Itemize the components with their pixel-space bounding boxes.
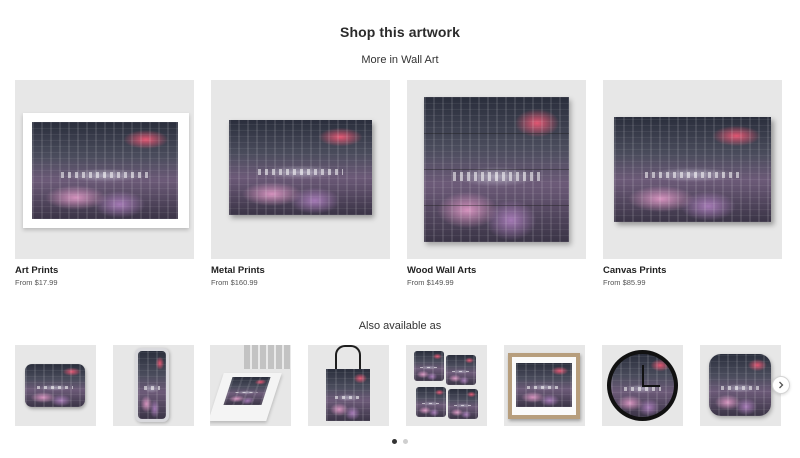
product-name[interactable]: Art Prints [15, 265, 194, 276]
product-card-metal-prints[interactable]: Metal Prints From $160.99 [211, 80, 390, 287]
artwork-image [614, 117, 771, 222]
phone-case-image [138, 351, 166, 419]
product-price: From $85.99 [603, 278, 646, 287]
wall-art-subtitle: More in Wall Art [361, 54, 439, 66]
product-coasters[interactable] [406, 345, 487, 426]
product-framed-print[interactable] [504, 345, 585, 426]
product-mouse-pad[interactable] [15, 345, 96, 426]
art-print-mat [23, 113, 189, 228]
artwork-image [32, 122, 178, 219]
wood-panel-seam [424, 169, 569, 170]
wood-wall-art-thumbnail[interactable] [407, 80, 586, 259]
chevron-right-icon [777, 381, 785, 389]
tote-bag-image [326, 369, 370, 421]
product-card-canvas-prints[interactable]: Canvas Prints From $85.99 [603, 80, 782, 287]
product-card-art-prints[interactable]: Art Prints From $17.99 [15, 80, 194, 287]
clock-hand [642, 365, 644, 387]
product-laptop-skin[interactable] [210, 345, 291, 426]
throw-pillow-image [709, 354, 771, 416]
framed-print-image [516, 363, 572, 407]
tote-handle [335, 345, 361, 371]
canvas-print-thumbnail[interactable] [603, 80, 782, 259]
coaster-image [414, 351, 444, 381]
product-card-wood-wall-arts[interactable]: Wood Wall Arts From $149.99 [407, 80, 586, 287]
mouse-pad-image [25, 364, 85, 407]
wood-panel-seam [424, 133, 569, 134]
product-name[interactable]: Metal Prints [211, 265, 390, 276]
coaster-image [446, 355, 476, 385]
wood-panel-seam [424, 205, 569, 206]
also-available-heading: Also available as [358, 320, 442, 332]
product-phone-case[interactable] [113, 345, 194, 426]
coaster-image [416, 387, 446, 417]
carousel-next-button[interactable] [772, 376, 790, 394]
product-name[interactable]: Canvas Prints [603, 265, 782, 276]
pagination-dot-2[interactable] [403, 439, 408, 444]
product-price: From $160.99 [211, 278, 258, 287]
artwork-image [424, 97, 569, 242]
laptop-keyboard [244, 345, 291, 369]
product-price: From $17.99 [15, 278, 58, 287]
section-title: Shop this artwork [340, 24, 460, 40]
product-name[interactable]: Wood Wall Arts [407, 265, 586, 276]
metal-print-thumbnail[interactable] [211, 80, 390, 259]
product-wall-clock[interactable] [602, 345, 683, 426]
clock-hand [642, 385, 660, 387]
product-throw-pillow[interactable] [700, 345, 781, 426]
pagination-dot-1[interactable] [392, 439, 397, 444]
coaster-image [448, 389, 478, 419]
carousel-pagination [390, 439, 410, 445]
product-price: From $149.99 [407, 278, 454, 287]
product-tote-bag[interactable] [308, 345, 389, 426]
art-print-thumbnail[interactable] [15, 80, 194, 259]
artwork-image [229, 120, 372, 215]
